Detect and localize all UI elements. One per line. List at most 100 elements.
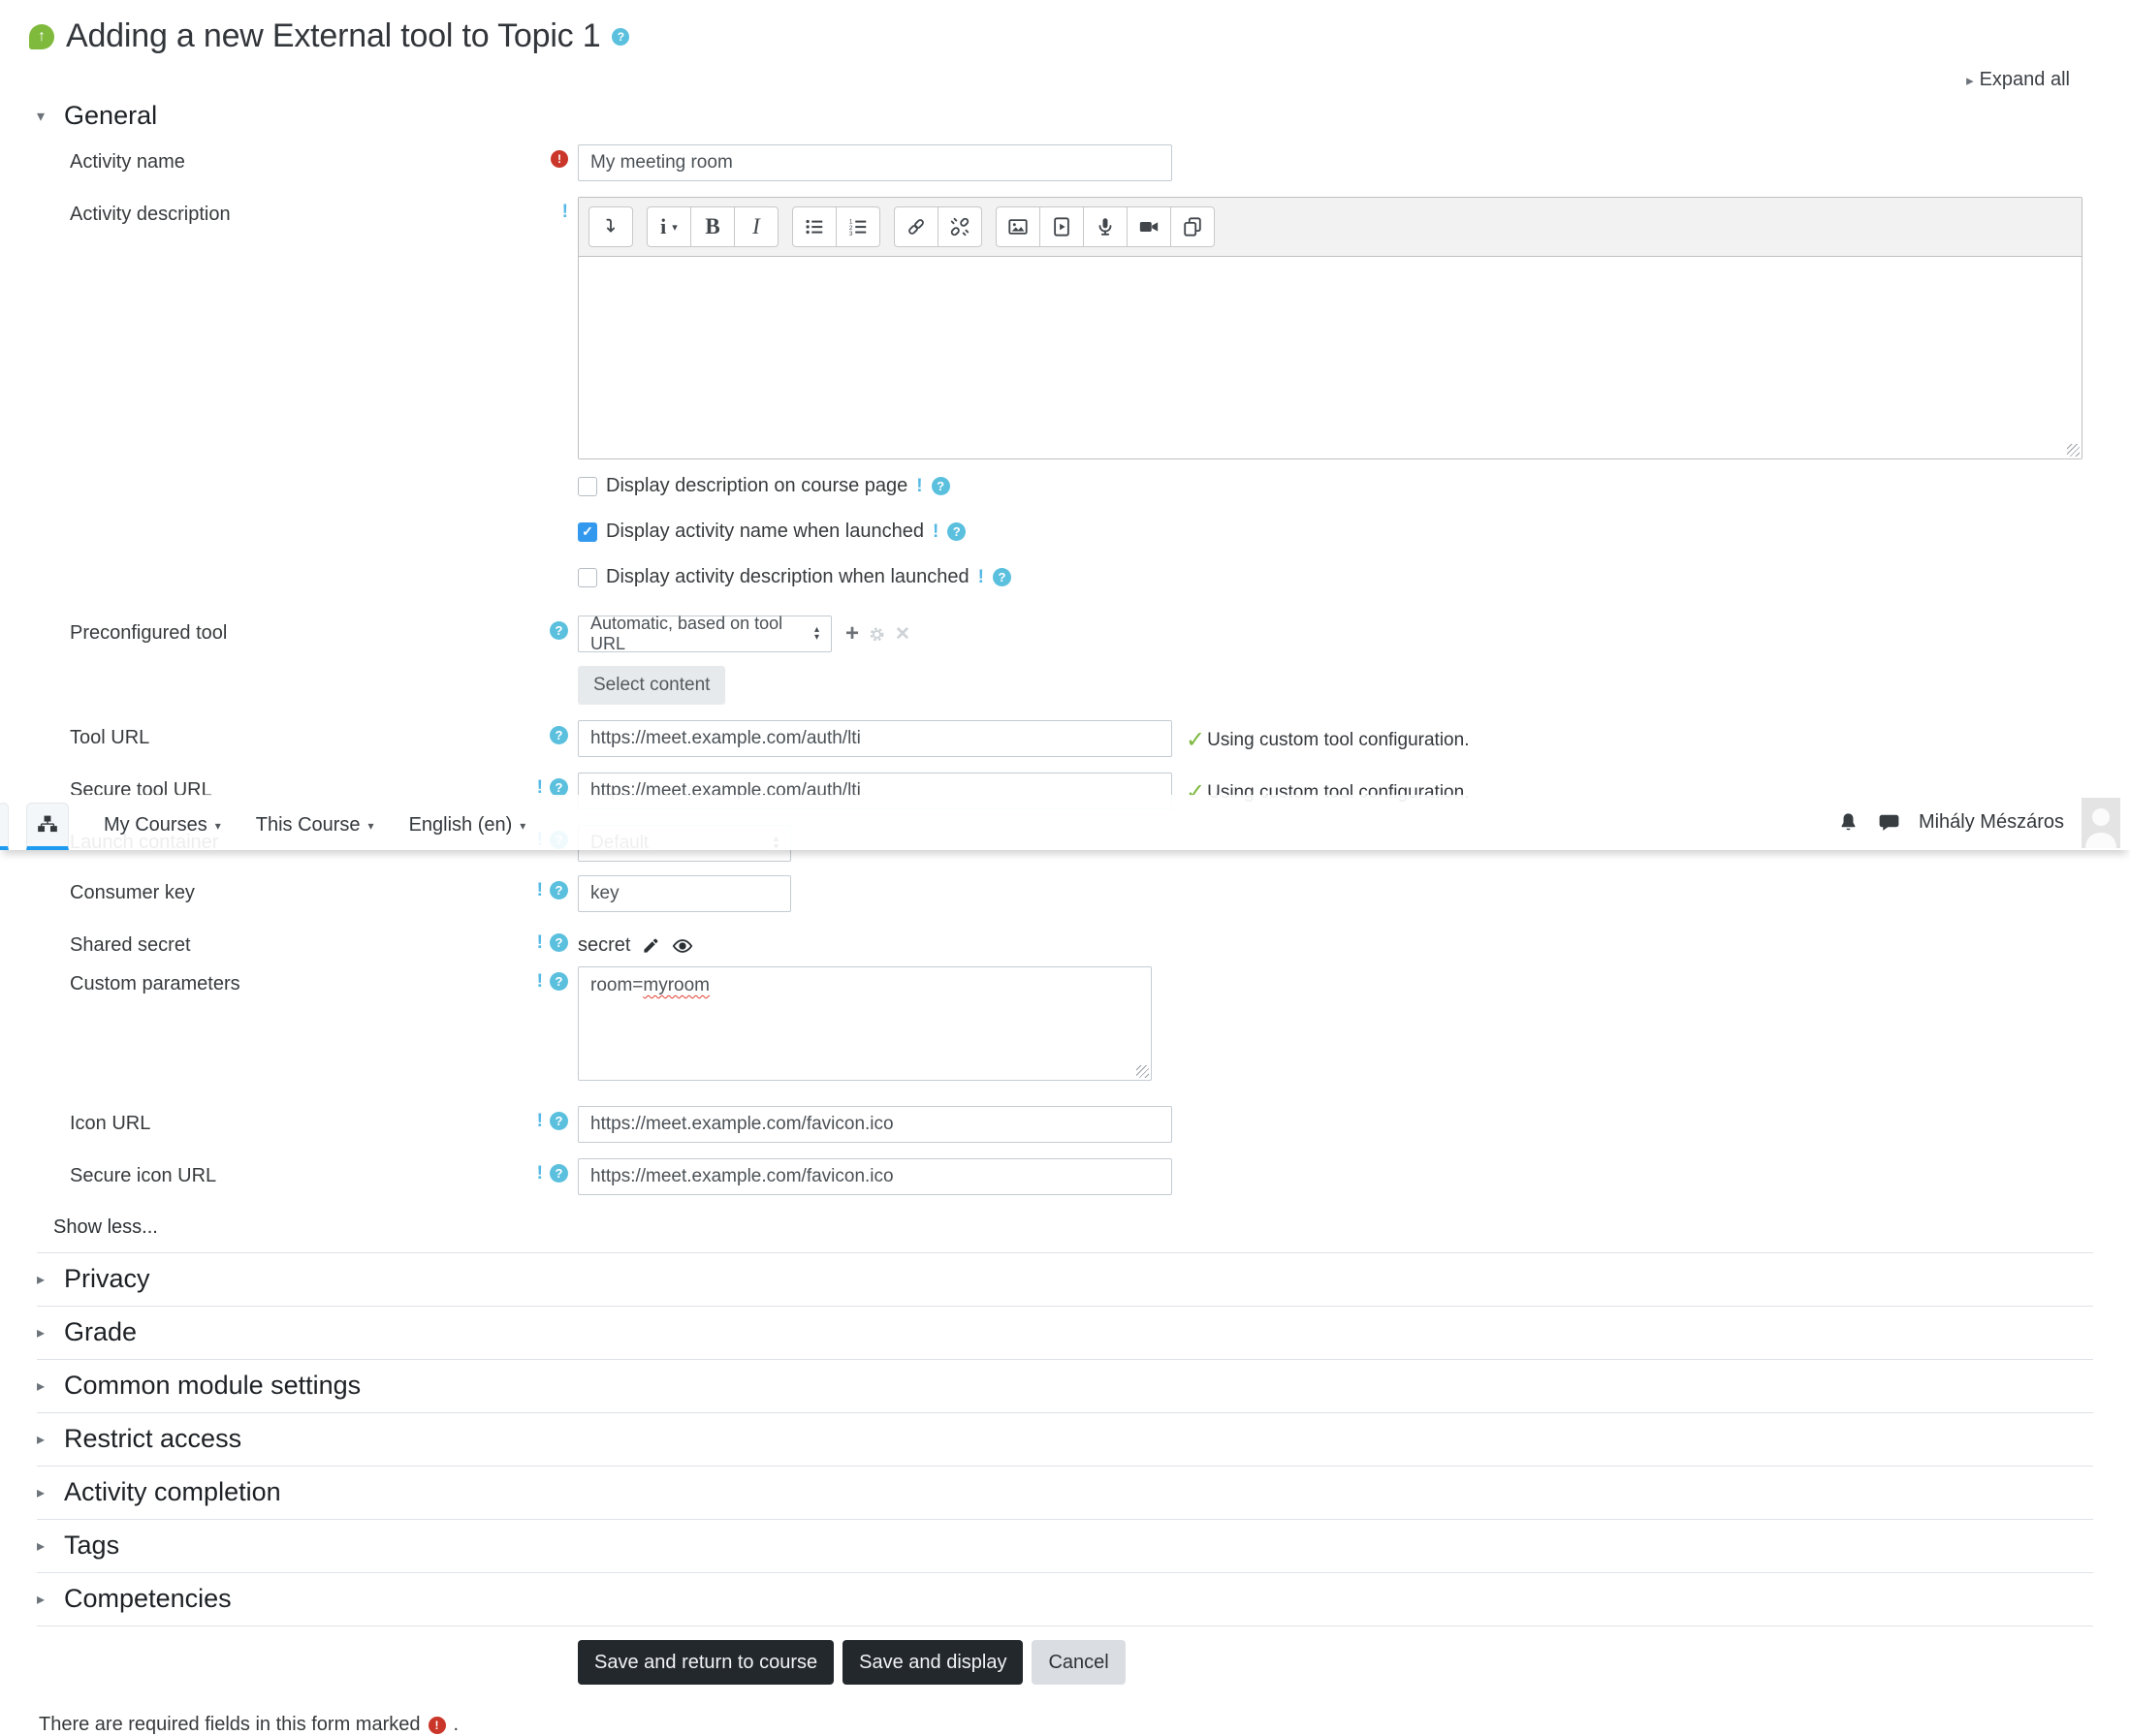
tool-url-label: Tool URL: [70, 727, 150, 748]
checkbox-label: Display activity description when launch…: [606, 566, 970, 587]
textarea-resize-handle[interactable]: [1136, 1065, 1149, 1078]
section-privacy[interactable]: ▸ Privacy: [37, 1253, 2093, 1307]
help-icon[interactable]: ?: [550, 933, 568, 952]
help-icon[interactable]: ?: [550, 726, 568, 744]
section-restrict-access[interactable]: ▸ Restrict access: [37, 1413, 2093, 1467]
help-icon[interactable]: ?: [947, 522, 967, 541]
consumer-key-input[interactable]: [578, 875, 791, 912]
display-activity-description-checkbox[interactable]: [578, 567, 597, 587]
save-and-display-button[interactable]: Save and display: [842, 1640, 1024, 1685]
section-common-module-settings[interactable]: ▸ Common module settings: [37, 1360, 2093, 1413]
more-info-icon[interactable]: !: [978, 568, 984, 586]
section-activity-completion[interactable]: ▸ Activity completion: [37, 1467, 2093, 1520]
more-info-icon[interactable]: !: [562, 203, 568, 221]
collapsed-triangle-icon: ▸: [37, 1484, 46, 1501]
link-icon[interactable]: [894, 206, 938, 247]
more-info-icon[interactable]: !: [537, 972, 543, 991]
cancel-button[interactable]: Cancel: [1032, 1640, 1126, 1685]
chevron-down-icon: ▾: [520, 818, 526, 833]
help-icon[interactable]: ?: [550, 621, 568, 640]
help-icon[interactable]: ?: [550, 1112, 568, 1130]
section-tags[interactable]: ▸ Tags: [37, 1520, 2093, 1573]
select-content-button[interactable]: Select content: [578, 666, 726, 705]
consumer-key-row: Consumer key !?: [0, 875, 2130, 912]
help-icon[interactable]: ?: [550, 972, 568, 991]
editor-toolbar: i ▾ B I 123: [579, 198, 2082, 257]
more-info-icon[interactable]: !: [537, 1164, 543, 1183]
collapsed-triangle-icon: ▸: [37, 1431, 46, 1448]
activity-name-input[interactable]: [578, 144, 1172, 181]
record-audio-icon[interactable]: [1083, 206, 1128, 247]
add-tool-icon[interactable]: +: [845, 620, 859, 647]
insert-media-icon[interactable]: [1039, 206, 1084, 247]
unlink-icon[interactable]: [938, 206, 982, 247]
tool-url-input[interactable]: [578, 720, 1172, 757]
help-icon[interactable]: ?: [550, 1164, 568, 1183]
text-style-icon[interactable]: i ▾: [647, 206, 691, 247]
external-tool-form: Activity name ! Activity description ! i…: [0, 144, 2130, 1195]
more-info-icon[interactable]: !: [537, 1112, 543, 1130]
page-header: ↑ Adding a new External tool to Topic 1 …: [0, 0, 2130, 55]
manage-files-icon[interactable]: [1170, 206, 1215, 247]
form-actions: Save and return to course Save and displ…: [0, 1626, 2130, 1685]
navbar-left: My Courses ▾ This Course ▾ English (en) ▾: [0, 795, 525, 850]
edit-tool-gear-icon[interactable]: [869, 626, 885, 643]
more-info-icon[interactable]: !: [537, 881, 543, 900]
icon-url-label: Icon URL: [70, 1113, 151, 1134]
more-info-icon[interactable]: !: [537, 933, 543, 952]
avatar[interactable]: [2082, 797, 2120, 848]
sitemap-tab[interactable]: [26, 803, 69, 850]
description-editor-content[interactable]: [579, 257, 2082, 458]
toggle-toolbar-icon[interactable]: [588, 206, 633, 247]
menu-my-courses[interactable]: My Courses ▾: [104, 814, 221, 850]
expand-all-row: ▸ Expand all: [0, 55, 2130, 91]
custom-parameters-textarea[interactable]: room=myroom: [578, 966, 1152, 1081]
activity-description-row: Activity description ! i ▾ B I 1 2 3: [0, 197, 2130, 459]
help-icon[interactable]: ?: [550, 881, 568, 900]
bold-icon[interactable]: B: [690, 206, 735, 247]
section-grade[interactable]: ▸ Grade: [37, 1307, 2093, 1360]
italic-icon[interactable]: I: [734, 206, 779, 247]
edit-pencil-icon[interactable]: [642, 936, 660, 955]
help-icon[interactable]: ?: [931, 477, 950, 495]
title-help-icon[interactable]: ?: [612, 27, 630, 46]
show-secret-eye-icon[interactable]: [672, 935, 693, 957]
icon-url-input[interactable]: [578, 1106, 1172, 1143]
preconfigured-tool-select[interactable]: Automatic, based on tool URL ▴ ▾: [578, 614, 832, 653]
collapsed-triangle-icon: ▸: [37, 1591, 46, 1608]
more-info-icon[interactable]: !: [916, 477, 922, 495]
display-activity-name-option: ✓ Display activity name when launched ! …: [578, 521, 2130, 543]
external-tool-module-icon: ↑: [29, 23, 54, 49]
menu-this-course[interactable]: This Course ▾: [256, 814, 374, 850]
display-activity-description-option: Display activity description when launch…: [578, 566, 2130, 588]
save-and-return-button[interactable]: Save and return to course: [578, 1640, 835, 1685]
insert-image-icon[interactable]: [996, 206, 1040, 247]
show-less-link[interactable]: Show less...: [0, 1201, 2130, 1252]
general-section-title: General: [64, 101, 158, 130]
secure-icon-url-input[interactable]: [578, 1158, 1172, 1195]
checkbox-label: Display description on course page: [606, 475, 908, 496]
more-info-icon[interactable]: !: [933, 522, 938, 541]
nav-tab-partial[interactable]: [0, 803, 9, 850]
help-icon[interactable]: ?: [992, 568, 1011, 586]
display-activity-name-checkbox[interactable]: ✓: [578, 521, 597, 542]
display-options-block: Display description on course page ! ? ✓…: [0, 475, 2130, 612]
moodle-external-tool-form-page: ↑ Adding a new External tool to Topic 1 …: [0, 0, 2130, 1736]
user-name[interactable]: Mihály Mészáros: [1919, 811, 2064, 834]
delete-tool-icon[interactable]: ✕: [895, 623, 910, 646]
activity-description-label: Activity description: [70, 204, 231, 225]
menu-language[interactable]: English (en) ▾: [409, 814, 526, 850]
general-section-header[interactable]: ▾ General: [0, 91, 2130, 131]
collapsed-triangle-icon: ▸: [1966, 73, 1974, 89]
editor-resize-handle[interactable]: [2067, 444, 2080, 457]
section-competencies[interactable]: ▸ Competencies: [37, 1573, 2093, 1626]
unordered-list-icon[interactable]: [792, 206, 837, 247]
record-video-icon[interactable]: [1127, 206, 1171, 247]
notifications-bell-icon[interactable]: [1837, 811, 1860, 834]
tool-url-status: ✓ Using custom tool configuration.: [1186, 727, 1470, 753]
display-description-checkbox[interactable]: [578, 476, 597, 496]
ordered-list-icon[interactable]: 123: [836, 206, 880, 247]
expand-all-link[interactable]: Expand all: [1980, 69, 2070, 90]
required-fields-note: There are required fields in this form m…: [39, 1714, 460, 1735]
messages-icon[interactable]: [1877, 810, 1901, 835]
